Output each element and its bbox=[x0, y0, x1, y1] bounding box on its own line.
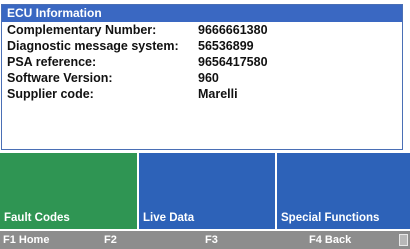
live-data-button[interactable]: Live Data bbox=[139, 153, 275, 229]
f2-key[interactable]: F2 bbox=[104, 231, 117, 249]
info-label: PSA reference: bbox=[7, 55, 97, 69]
info-row-diagnostic-message-system: Diagnostic message system: 56536899 bbox=[2, 38, 402, 54]
info-label: Software Version: bbox=[7, 71, 113, 85]
info-value: 960 bbox=[198, 71, 219, 85]
panel-title: ECU Information bbox=[2, 5, 402, 22]
info-value: 9666661380 bbox=[198, 23, 268, 37]
info-row-supplier-code: Supplier code: Marelli bbox=[2, 86, 402, 102]
special-functions-button[interactable]: Special Functions bbox=[277, 153, 410, 229]
info-value: Marelli bbox=[198, 87, 238, 101]
f4-back-key[interactable]: F4 Back bbox=[309, 231, 351, 249]
f1-home-key[interactable]: F1 Home bbox=[3, 231, 49, 249]
info-value: 9656417580 bbox=[198, 55, 268, 69]
fault-codes-button[interactable]: Fault Codes bbox=[0, 153, 137, 229]
info-label: Diagnostic message system: bbox=[7, 39, 179, 53]
function-key-bar: F1 Home F2 F3 F4 Back bbox=[0, 231, 410, 249]
info-row-psa-reference: PSA reference: 9656417580 bbox=[2, 54, 402, 70]
softkey-label: Fault Codes bbox=[4, 212, 70, 224]
info-row-complementary-number: Complementary Number: 9666661380 bbox=[2, 22, 402, 38]
softkey-bar: Fault Codes Live Data Special Functions bbox=[0, 153, 410, 229]
info-label: Complementary Number: bbox=[7, 23, 157, 37]
scroll-indicator-icon bbox=[399, 234, 408, 246]
info-label: Supplier code: bbox=[7, 87, 94, 101]
softkey-label: Special Functions bbox=[281, 212, 380, 224]
f3-key[interactable]: F3 bbox=[205, 231, 218, 249]
ecu-info-screen: ECU Information Complementary Number: 96… bbox=[0, 0, 410, 249]
info-row-software-version: Software Version: 960 bbox=[2, 70, 402, 86]
softkey-label: Live Data bbox=[143, 212, 195, 224]
info-value: 56536899 bbox=[198, 39, 254, 53]
ecu-info-panel: ECU Information Complementary Number: 96… bbox=[1, 4, 403, 150]
